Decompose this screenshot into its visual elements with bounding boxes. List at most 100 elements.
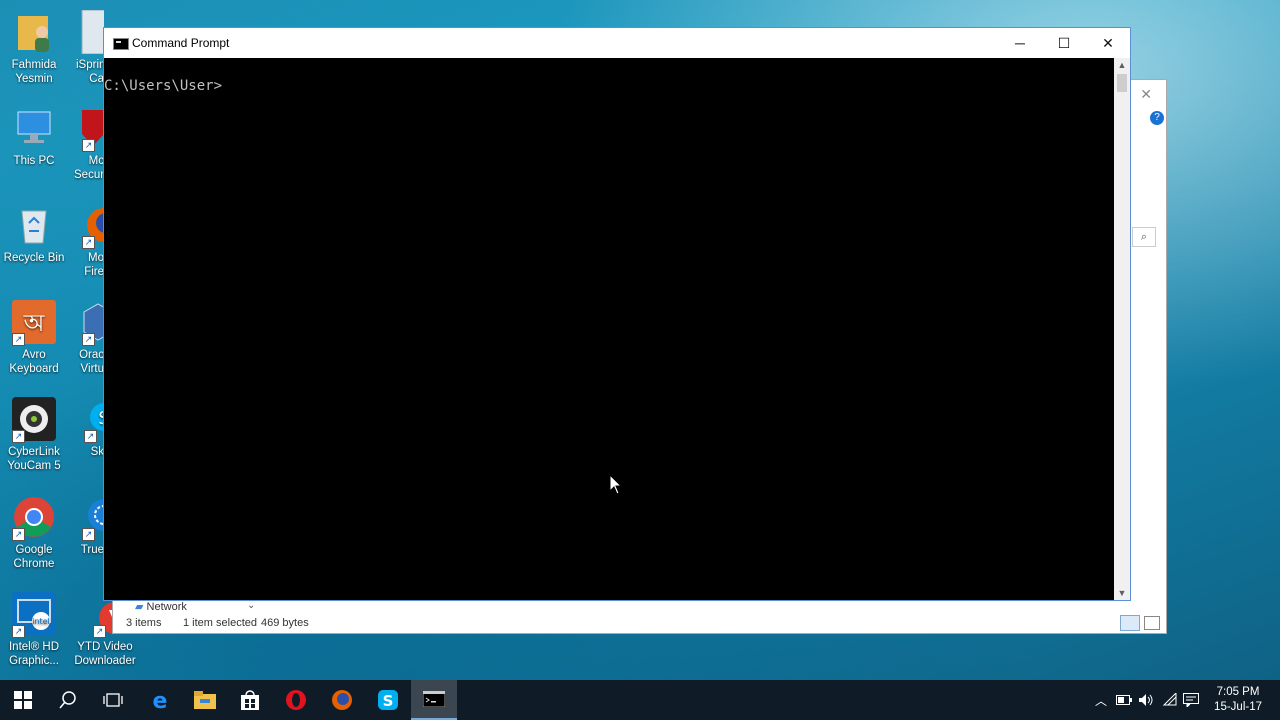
chevron-up-icon: ︿ bbox=[1094, 693, 1107, 708]
desktop-icon-label: Downloader bbox=[74, 655, 136, 667]
battery-button[interactable] bbox=[1114, 680, 1134, 720]
help-icon[interactable]: ? bbox=[1150, 111, 1164, 125]
desktop-icon-skype[interactable]: S ↗ Sk bbox=[82, 397, 104, 459]
skype-icon: S ↗ bbox=[82, 397, 104, 443]
clock-time: 7:05 PM bbox=[1216, 686, 1260, 698]
svg-text:intel: intel bbox=[32, 617, 50, 626]
shortcut-arrow-icon: ↗ bbox=[12, 528, 25, 541]
mouse-pointer-icon bbox=[609, 473, 623, 501]
desktop-icon-recycle-bin[interactable]: Recycle Bin bbox=[0, 203, 70, 265]
scrollbar-thumb[interactable] bbox=[1117, 74, 1127, 92]
shortcut-arrow-icon: ↗ bbox=[12, 333, 25, 346]
desktop-icon-avro-keyboard[interactable]: অ ↗ Avro Keyboard bbox=[0, 300, 70, 376]
window-title: Command Prompt bbox=[132, 36, 230, 50]
close-button[interactable]: ✕ bbox=[1086, 28, 1130, 58]
desktop-icon-label: Chrome bbox=[13, 558, 55, 570]
folder-icon bbox=[194, 691, 216, 709]
nav-item-label: Network bbox=[146, 601, 187, 613]
shortcut-arrow-icon: ↗ bbox=[82, 139, 95, 152]
details-view-icon[interactable] bbox=[1120, 615, 1140, 631]
desktop-icon-label: CyberLink bbox=[8, 446, 60, 458]
desktop-icon-label: Secur bbox=[74, 169, 104, 181]
title-bar[interactable]: Command Prompt ─ ☐ ✕ bbox=[104, 28, 1130, 58]
desktop-icon-label: Mc bbox=[88, 155, 104, 167]
wifi-icon bbox=[1162, 693, 1177, 706]
svg-text:e: e bbox=[153, 689, 168, 711]
firefox-icon bbox=[332, 690, 352, 710]
search-icon[interactable]: ⌕ bbox=[1132, 227, 1156, 247]
shortcut-arrow-icon: ↗ bbox=[84, 430, 97, 443]
desktop-icon-label: Recycle Bin bbox=[3, 252, 65, 264]
desktop-icon-label: Sk bbox=[90, 446, 104, 458]
taskbar: e S ︿ 7:05 PM 15-Jul-17 bbox=[0, 680, 1280, 720]
desktop-icon-label: YouCam 5 bbox=[7, 460, 61, 472]
system-clock[interactable]: 7:05 PM 15-Jul-17 bbox=[1214, 685, 1262, 715]
ispring-icon bbox=[76, 10, 104, 55]
notification-icon bbox=[1183, 693, 1199, 707]
network-button[interactable] bbox=[1160, 680, 1180, 720]
taskbar-command-prompt[interactable] bbox=[411, 680, 457, 720]
clock-date: 15-Jul-17 bbox=[1214, 701, 1262, 713]
taskbar-skype[interactable]: S bbox=[365, 680, 411, 720]
skype-icon: S bbox=[378, 690, 398, 710]
shortcut-arrow-icon: ↗ bbox=[82, 333, 95, 346]
command-prompt-window[interactable]: Command Prompt ─ ☐ ✕ C:\Users\User> ▲ ▼ bbox=[103, 27, 1131, 601]
desktop-icon-label: Keyboard bbox=[9, 363, 59, 375]
edge-icon: e bbox=[153, 689, 168, 711]
chevron-down-icon[interactable]: ⌄ bbox=[247, 600, 255, 611]
desktop-icon-label: Mo bbox=[88, 252, 104, 264]
taskbar-edge[interactable]: e bbox=[137, 680, 183, 720]
desktop-icon-label: Avro bbox=[22, 349, 46, 361]
desktop-icon-truecaller[interactable]: ↗ True bbox=[80, 495, 104, 557]
shortcut-arrow-icon: ↗ bbox=[82, 528, 95, 541]
store-icon bbox=[241, 690, 259, 710]
start-button[interactable] bbox=[0, 680, 46, 720]
scroll-up-icon[interactable]: ▲ bbox=[1114, 58, 1130, 72]
desktop-icon-intel-hd-graphics[interactable]: intel ↗ Intel® HD Graphic... bbox=[0, 592, 70, 668]
desktop-icon-fahmida-yesmin[interactable]: Fahmida Yesmin bbox=[0, 10, 70, 86]
nav-item-network[interactable]: ▰ Network bbox=[135, 600, 187, 613]
search-button[interactable] bbox=[45, 680, 91, 720]
show-hidden-icons-button[interactable]: ︿ bbox=[1092, 680, 1110, 720]
avro-keyboard-icon: অ ↗ bbox=[12, 300, 56, 346]
close-icon[interactable]: ✕ bbox=[1140, 86, 1152, 103]
desktop-icon-label: Google bbox=[15, 544, 53, 556]
speaker-icon bbox=[1139, 694, 1153, 706]
svg-text:S: S bbox=[383, 692, 394, 710]
desktop-icon-label: Fire bbox=[84, 266, 104, 278]
desktop-icon-firefox[interactable]: ↗ Mo Fire bbox=[80, 203, 104, 279]
recycle-bin-icon bbox=[12, 203, 56, 247]
desktop-icon-label: True bbox=[80, 544, 104, 556]
desktop-icon-label: Intel® HD bbox=[8, 641, 59, 653]
taskbar-firefox[interactable] bbox=[319, 680, 365, 720]
desktop-icon-google-chrome[interactable]: ↗ Google Chrome bbox=[0, 495, 70, 571]
mcafee-icon: ↗ bbox=[74, 106, 104, 152]
desktop-icon-label: Yesmin bbox=[15, 73, 53, 85]
taskbar-store[interactable] bbox=[227, 680, 273, 720]
console-output[interactable]: C:\Users\User> bbox=[104, 58, 1114, 600]
desktop-icon-mcafee[interactable]: ↗ Mc Secur bbox=[74, 106, 104, 182]
desktop-icon-label: Orac bbox=[79, 349, 104, 361]
command-prompt-icon bbox=[423, 691, 445, 707]
desktop-icon-cyberlink-youcam[interactable]: ↗ CyberLink YouCam 5 bbox=[0, 397, 70, 473]
large-icons-view-icon[interactable] bbox=[1144, 616, 1160, 630]
desktop-icon-ispring[interactable]: iSprin Ca bbox=[76, 10, 104, 86]
action-center-button[interactable] bbox=[1181, 680, 1201, 720]
desktop-icon-this-pc[interactable]: This PC bbox=[0, 106, 70, 168]
taskbar-opera[interactable] bbox=[273, 680, 319, 720]
intel-graphics-icon: intel ↗ bbox=[12, 592, 56, 638]
desktop-icon-virtualbox[interactable]: ↗ Orac Virtu bbox=[78, 300, 104, 376]
task-view-button[interactable] bbox=[90, 680, 136, 720]
scroll-down-icon[interactable]: ▼ bbox=[1114, 586, 1130, 600]
battery-icon bbox=[1116, 695, 1132, 705]
virtualbox-icon: ↗ bbox=[78, 300, 104, 346]
opera-icon bbox=[286, 690, 306, 710]
volume-button[interactable] bbox=[1136, 680, 1156, 720]
vertical-scrollbar[interactable]: ▲ ▼ bbox=[1114, 58, 1130, 600]
maximize-button[interactable]: ☐ bbox=[1042, 28, 1086, 58]
taskbar-file-explorer[interactable] bbox=[182, 680, 228, 720]
shortcut-arrow-icon: ↗ bbox=[12, 430, 25, 443]
minimize-button[interactable]: ─ bbox=[998, 28, 1042, 58]
desktop-icon-label: Virtu bbox=[80, 363, 104, 375]
network-icon: ▰ bbox=[135, 601, 144, 613]
